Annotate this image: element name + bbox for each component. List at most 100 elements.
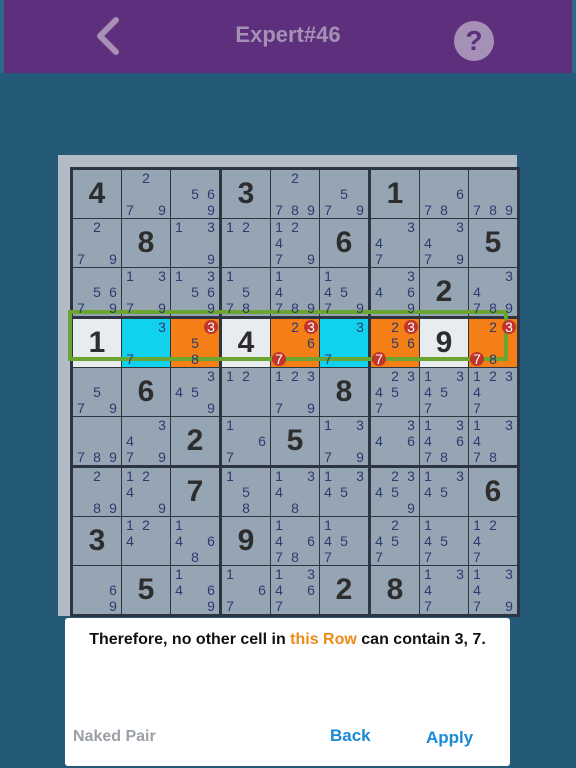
help-icon[interactable]: ?	[454, 21, 494, 61]
cell-r2c7[interactable]: 3 47	[371, 219, 419, 267]
cell-r4c7[interactable]: 2356 7	[371, 319, 419, 367]
cell-r7c8[interactable]: 1 3 45	[420, 468, 468, 516]
candidate: 7	[324, 300, 332, 316]
cell-r7c1[interactable]: 2 89	[73, 468, 121, 516]
cell-r3c2[interactable]: 1 3 7 9	[122, 268, 170, 316]
cell-r8c2[interactable]: 124	[122, 517, 170, 565]
candidate: 6	[109, 582, 117, 598]
cell-r7c5[interactable]: 1 3 48	[271, 468, 319, 516]
cell-r1c2[interactable]: 27 9	[122, 170, 170, 218]
candidate: 2	[142, 468, 150, 484]
cell-r1c8[interactable]: 6 78	[420, 170, 468, 218]
cell-r9c5[interactable]: 1 3 4 6 7	[271, 566, 319, 614]
cell-r7c2[interactable]: 124 9	[122, 468, 170, 516]
cell-r3c5[interactable]: 14789	[271, 268, 319, 316]
cell-r5c1[interactable]: 57 9	[73, 368, 121, 416]
cell-r9c2[interactable]: 5	[122, 566, 170, 614]
cell-r1c1[interactable]: 4	[73, 170, 121, 218]
cell-r8c8[interactable]: 1457	[420, 517, 468, 565]
eliminated-candidate: 3	[303, 319, 319, 335]
cell-r6c9[interactable]: 1 3 478	[469, 417, 517, 465]
cell-value: 6	[335, 226, 353, 259]
cell-r9c3[interactable]: 14 69	[171, 566, 219, 614]
cell-r4c5[interactable]: 236 7	[271, 319, 319, 367]
cell-r5c9[interactable]: 123 47	[469, 368, 517, 416]
cell-r1c5[interactable]: 2789	[271, 170, 319, 218]
candidate: 9	[307, 400, 315, 416]
cell-r2c5[interactable]: 1247 9	[271, 219, 319, 267]
cell-r4c8[interactable]: 9	[420, 319, 468, 367]
cell-r1c3[interactable]: 569	[171, 170, 219, 218]
cell-r5c6[interactable]: 8	[320, 368, 368, 416]
cell-r6c2[interactable]: 3 47 9	[122, 417, 170, 465]
cell-r5c2[interactable]: 6	[122, 368, 170, 416]
cell-r1c6[interactable]: 57 9	[320, 170, 368, 218]
cell-r6c5[interactable]: 5	[271, 417, 319, 465]
candidate-notes: 123 47	[469, 368, 517, 416]
cell-r2c2[interactable]: 8	[122, 219, 170, 267]
cell-r4c6[interactable]: 37	[320, 319, 368, 367]
cell-r9c1[interactable]: 69	[73, 566, 121, 614]
cell-r8c5[interactable]: 14 6 78	[271, 517, 319, 565]
candidate: 2	[142, 170, 150, 186]
back-button[interactable]: Back	[330, 726, 371, 746]
candidate: 8	[291, 500, 299, 516]
cell-r9c8[interactable]: 1 3 47	[420, 566, 468, 614]
cell-r8c4[interactable]: 9	[222, 517, 270, 565]
candidate: 4	[275, 284, 283, 300]
cell-r2c3[interactable]: 1 3 9	[171, 219, 219, 267]
cell-r6c8[interactable]: 1 3 4 6 78	[420, 417, 468, 465]
eliminated-candidate: 7	[469, 351, 485, 367]
candidate-notes: 123 7 9	[271, 368, 319, 416]
cell-r7c3[interactable]: 7	[171, 468, 219, 516]
cell-r7c4[interactable]: 158	[222, 468, 270, 516]
cell-r5c5[interactable]: 123 7 9	[271, 368, 319, 416]
cell-r8c1[interactable]: 3	[73, 517, 121, 565]
cell-r3c8[interactable]: 2	[420, 268, 468, 316]
cell-r9c4[interactable]: 1 6 7	[222, 566, 270, 614]
cell-r4c3[interactable]: 358	[171, 319, 219, 367]
cell-r5c7[interactable]: 23 457	[371, 368, 419, 416]
cell-r2c8[interactable]: 3 47 9	[420, 219, 468, 267]
cell-r3c3[interactable]: 1 3569	[171, 268, 219, 316]
candidate-notes: 1 3 4 6 78	[420, 417, 468, 465]
cell-r6c4[interactable]: 1 6 7	[222, 417, 270, 465]
cell-r9c9[interactable]: 1 3 47 9	[469, 566, 517, 614]
cell-r6c6[interactable]: 1 3 7 9	[320, 417, 368, 465]
cell-r3c7[interactable]: 3 4 69	[371, 268, 419, 316]
candidate: 3	[407, 368, 415, 384]
cell-r1c9[interactable]: 789	[469, 170, 517, 218]
cell-r5c8[interactable]: 1 3 457	[420, 368, 468, 416]
cell-r2c6[interactable]: 6	[320, 219, 368, 267]
cell-r5c4[interactable]: 12	[222, 368, 270, 416]
cell-r7c9[interactable]: 6	[469, 468, 517, 516]
cell-r6c1[interactable]: 789	[73, 417, 121, 465]
cell-r6c7[interactable]: 3 4 6	[371, 417, 419, 465]
cell-r3c1[interactable]: 56 7 9	[73, 268, 121, 316]
cell-r1c4[interactable]: 3	[222, 170, 270, 218]
cell-r3c4[interactable]: 1578	[222, 268, 270, 316]
cell-r4c4[interactable]: 4	[222, 319, 270, 367]
cell-r7c7[interactable]: 23 459	[371, 468, 419, 516]
cell-r5c3[interactable]: 3 459	[171, 368, 219, 416]
cell-r8c9[interactable]: 1247	[469, 517, 517, 565]
cell-r3c9[interactable]: 3 4789	[469, 268, 517, 316]
cell-r4c1[interactable]: 1	[73, 319, 121, 367]
candidate: 4	[473, 284, 481, 300]
cell-r4c2[interactable]: 37	[122, 319, 170, 367]
cell-r8c3[interactable]: 14 68	[171, 517, 219, 565]
apply-button[interactable]: Apply	[426, 728, 473, 748]
cell-r2c1[interactable]: 27 9	[73, 219, 121, 267]
cell-r1c7[interactable]: 1	[371, 170, 419, 218]
candidate: 3	[307, 368, 315, 384]
cell-r8c6[interactable]: 1457	[320, 517, 368, 565]
cell-r2c9[interactable]: 5	[469, 219, 517, 267]
cell-r9c6[interactable]: 2	[320, 566, 368, 614]
cell-r2c4[interactable]: 12	[222, 219, 270, 267]
cell-r4c9[interactable]: 2378	[469, 319, 517, 367]
cell-r7c6[interactable]: 1 3 45	[320, 468, 368, 516]
cell-r3c6[interactable]: 1457 9	[320, 268, 368, 316]
cell-r6c3[interactable]: 2	[171, 417, 219, 465]
cell-r9c7[interactable]: 8	[371, 566, 419, 614]
cell-r8c7[interactable]: 2457	[371, 517, 419, 565]
